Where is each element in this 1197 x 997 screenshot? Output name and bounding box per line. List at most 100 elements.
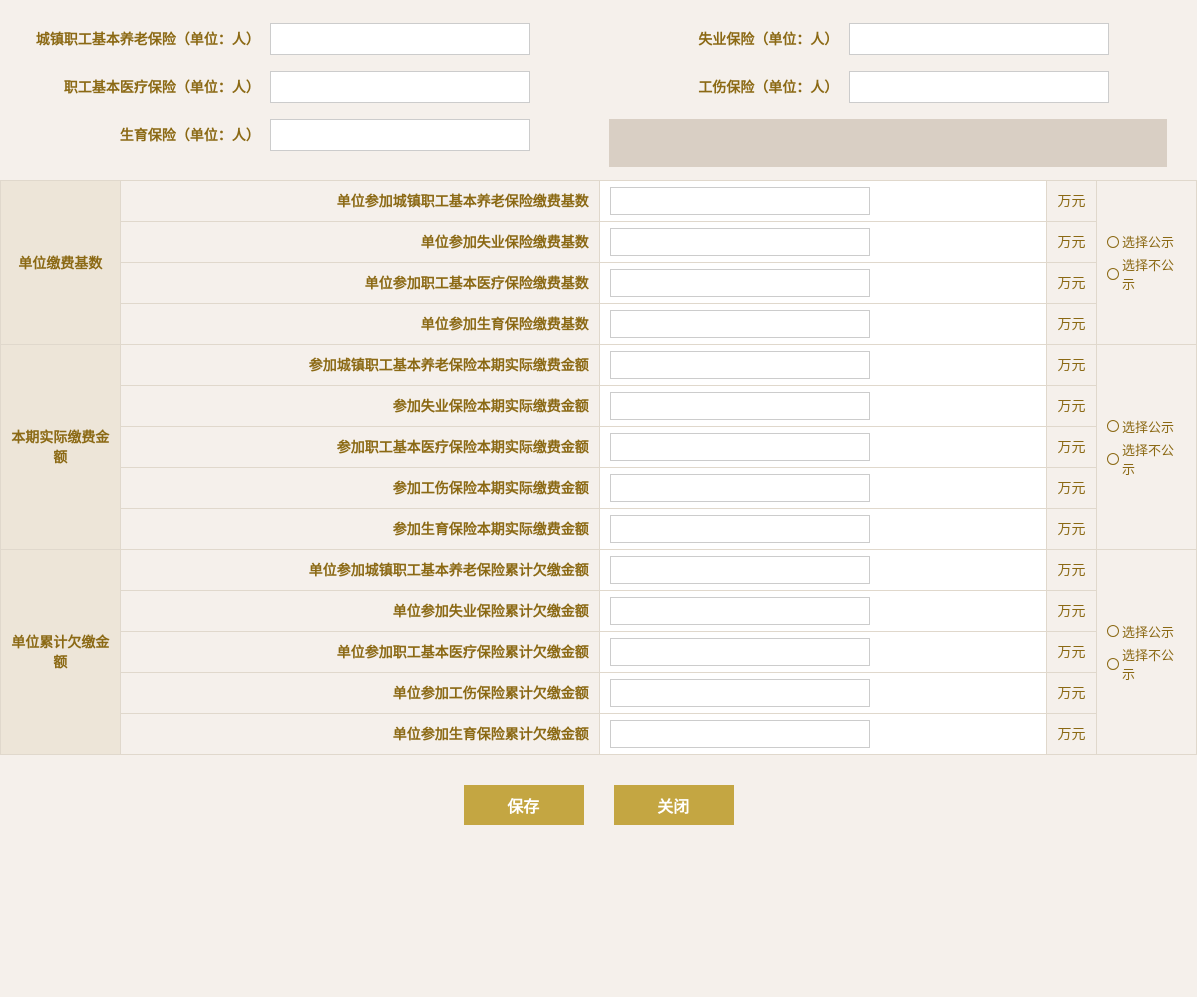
unemployment-arrear-label: 单位参加失业保险累计欠缴金额 (121, 591, 600, 632)
medical-base-input[interactable] (610, 269, 870, 297)
unemployment-base-unit: 万元 (1047, 222, 1097, 263)
arrear-radio-group: 选择公示 选择不公示 (1107, 622, 1186, 683)
maternity-actual-label: 参加生育保险本期实际缴费金额 (121, 509, 600, 550)
medical-arrear-label: 单位参加职工基本医疗保险累计欠缴金额 (121, 632, 600, 673)
table-row: 本期实际缴费金额 参加城镇职工基本养老保险本期实际缴费金额 万元 选择公示 (1, 345, 1197, 386)
table-row: 单位参加失业保险累计欠缴金额 万元 (1, 591, 1197, 632)
pension-base-input-cell (599, 181, 1046, 222)
unemployment-actual-unit: 万元 (1047, 386, 1097, 427)
radio-circle-hide (1107, 268, 1119, 280)
pension-base-unit: 万元 (1047, 181, 1097, 222)
medical-actual-unit: 万元 (1047, 427, 1097, 468)
actual-hide-radio[interactable]: 选择不公示 (1107, 440, 1186, 478)
unemployment-arrear-input[interactable] (610, 597, 870, 625)
unit-base-hide-radio[interactable]: 选择不公示 (1107, 255, 1186, 293)
top-section: 城镇职工基本养老保险（单位：人） 职工基本医疗保险（单位：人） 生育保险（单位：… (0, 10, 1197, 180)
actual-hide-label: 选择不公示 (1122, 440, 1186, 478)
save-button[interactable]: 保存 (464, 785, 584, 825)
table-row: 参加工伤保险本期实际缴费金额 万元 (1, 468, 1197, 509)
main-table: 单位缴费基数 单位参加城镇职工基本养老保险缴费基数 万元 选择公示 选择不公 (0, 180, 1197, 755)
maternity-arrear-label: 单位参加生育保险累计欠缴金额 (121, 714, 600, 755)
arrear-show-label: 选择公示 (1122, 622, 1174, 641)
injury-arrear-input[interactable] (610, 679, 870, 707)
close-button[interactable]: 关闭 (614, 785, 734, 825)
unemployment-arrear-input-cell (599, 591, 1046, 632)
section-label-arrear: 单位累计欠缴金额 (1, 550, 121, 755)
radio-circle-hide3 (1107, 658, 1119, 670)
injury-actual-input[interactable] (610, 474, 870, 502)
injury-actual-input-cell (599, 468, 1046, 509)
medical-arrear-input[interactable] (610, 638, 870, 666)
pension-arrear-unit: 万元 (1047, 550, 1097, 591)
radio-circle-show (1107, 236, 1119, 248)
top-row-pension: 城镇职工基本养老保险（单位：人） (20, 15, 599, 63)
unemployment-insurance-label: 失业保险（单位：人） (609, 29, 849, 49)
medical-actual-input-cell (599, 427, 1046, 468)
medical-base-label: 单位参加职工基本医疗保险缴费基数 (121, 263, 600, 304)
maternity-arrear-unit: 万元 (1047, 714, 1097, 755)
radio-circle-hide2 (1107, 453, 1119, 465)
pension-base-label: 单位参加城镇职工基本养老保险缴费基数 (121, 181, 600, 222)
pension-actual-label: 参加城镇职工基本养老保险本期实际缴费金额 (121, 345, 600, 386)
unit-base-show-label: 选择公示 (1122, 232, 1174, 251)
maternity-actual-input[interactable] (610, 515, 870, 543)
table-row: 参加生育保险本期实际缴费金额 万元 (1, 509, 1197, 550)
unit-base-hide-label: 选择不公示 (1122, 255, 1186, 293)
arrear-show-radio[interactable]: 选择公示 (1107, 622, 1186, 641)
section-unit-base: 单位缴费基数 单位参加城镇职工基本养老保险缴费基数 万元 选择公示 选择不公 (1, 181, 1197, 345)
table-row: 参加职工基本医疗保险本期实际缴费金额 万元 (1, 427, 1197, 468)
top-row-injury: 工伤保险（单位：人） (599, 63, 1178, 111)
arrear-radio-cell: 选择公示 选择不公示 (1097, 550, 1197, 755)
injury-insurance-input[interactable] (849, 71, 1109, 103)
unemployment-base-input[interactable] (610, 228, 870, 256)
pension-base-input[interactable] (610, 187, 870, 215)
maternity-base-label: 单位参加生育保险缴费基数 (121, 304, 600, 345)
maternity-actual-unit: 万元 (1047, 509, 1097, 550)
radio-circle-show2 (1107, 420, 1119, 432)
pension-actual-unit: 万元 (1047, 345, 1097, 386)
medical-arrear-unit: 万元 (1047, 632, 1097, 673)
actual-radio-cell: 选择公示 选择不公示 (1097, 345, 1197, 550)
top-row-unemployment: 失业保险（单位：人） (599, 15, 1178, 63)
medical-base-unit: 万元 (1047, 263, 1097, 304)
pension-arrear-input-cell (599, 550, 1046, 591)
injury-actual-unit: 万元 (1047, 468, 1097, 509)
maternity-base-input[interactable] (610, 310, 870, 338)
medical-insurance-input[interactable] (270, 71, 530, 103)
unemployment-base-label: 单位参加失业保险缴费基数 (121, 222, 600, 263)
injury-arrear-input-cell (599, 673, 1046, 714)
table-row: 单位参加生育保险缴费基数 万元 (1, 304, 1197, 345)
button-row: 保存 关闭 (0, 785, 1197, 825)
pension-arrear-label: 单位参加城镇职工基本养老保险累计欠缴金额 (121, 550, 600, 591)
medical-actual-input[interactable] (610, 433, 870, 461)
page-container: 城镇职工基本养老保险（单位：人） 职工基本医疗保险（单位：人） 生育保险（单位：… (0, 0, 1197, 997)
top-row-maternity: 生育保险（单位：人） (20, 111, 599, 159)
maternity-arrear-input-cell (599, 714, 1046, 755)
unemployment-insurance-input[interactable] (849, 23, 1109, 55)
pension-actual-input[interactable] (610, 351, 870, 379)
unemployment-actual-label: 参加失业保险本期实际缴费金额 (121, 386, 600, 427)
medical-insurance-label: 职工基本医疗保险（单位：人） (30, 77, 270, 97)
arrear-hide-radio[interactable]: 选择不公示 (1107, 645, 1186, 683)
unemployment-base-input-cell (599, 222, 1046, 263)
actual-show-radio[interactable]: 选择公示 (1107, 417, 1186, 436)
unit-base-radio-cell: 选择公示 选择不公示 (1097, 181, 1197, 345)
radio-circle-show3 (1107, 625, 1119, 637)
medical-actual-label: 参加职工基本医疗保险本期实际缴费金额 (121, 427, 600, 468)
section-label-actual: 本期实际缴费金额 (1, 345, 121, 550)
maternity-base-input-cell (599, 304, 1046, 345)
pension-actual-input-cell (599, 345, 1046, 386)
unit-base-radio-group: 选择公示 选择不公示 (1107, 232, 1186, 293)
actual-radio-group: 选择公示 选择不公示 (1107, 417, 1186, 478)
pension-insurance-input[interactable] (270, 23, 530, 55)
pension-arrear-input[interactable] (610, 556, 870, 584)
table-row: 单位参加失业保险缴费基数 万元 (1, 222, 1197, 263)
injury-insurance-label: 工伤保险（单位：人） (609, 77, 849, 97)
maternity-arrear-input[interactable] (610, 720, 870, 748)
unit-base-show-radio[interactable]: 选择公示 (1107, 232, 1186, 251)
unemployment-actual-input[interactable] (610, 392, 870, 420)
maternity-insurance-input[interactable] (270, 119, 530, 151)
section-label-unit-base: 单位缴费基数 (1, 181, 121, 345)
table-row: 单位累计欠缴金额 单位参加城镇职工基本养老保险累计欠缴金额 万元 选择公示 (1, 550, 1197, 591)
injury-arrear-label: 单位参加工伤保险累计欠缴金额 (121, 673, 600, 714)
